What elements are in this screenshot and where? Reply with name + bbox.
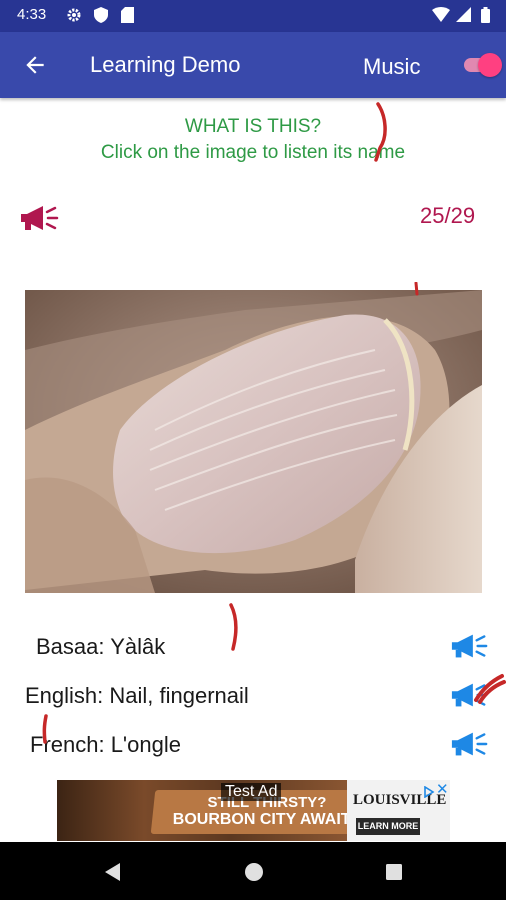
ad-close-icon[interactable]: ✕ — [436, 780, 449, 798]
signal-icon — [456, 7, 471, 22]
status-time: 4:33 — [17, 6, 47, 23]
home-circle-icon[interactable] — [243, 861, 265, 883]
page-title: Learning Demo — [90, 52, 241, 77]
progress-counter: 25/29 — [420, 203, 476, 228]
music-label: Music — [363, 54, 421, 79]
translation-row-french: French: L'ongle — [0, 726, 506, 762]
translation-text: Basaa: Yàlâk — [36, 634, 166, 659]
wifi-icon — [432, 7, 450, 22]
battery-icon — [481, 7, 490, 23]
sd-card-icon — [121, 7, 134, 23]
megaphone-icon[interactable] — [450, 730, 490, 758]
translation-row-basaa: Basaa: Yàlâk — [0, 628, 506, 664]
ad-learn-more-button[interactable]: LEARN MORE — [356, 818, 420, 835]
settings-icon — [66, 7, 82, 23]
app-bar: Learning Demo Music — [0, 32, 506, 98]
recents-square-icon[interactable] — [383, 861, 405, 883]
megaphone-icon[interactable] — [450, 632, 490, 660]
status-bar: 4:33 — [0, 0, 506, 32]
shield-icon — [94, 7, 108, 23]
music-toggle[interactable] — [462, 53, 502, 77]
decorative-red-stroke — [414, 282, 419, 296]
translation-text: English: Nail, fingernail — [25, 683, 249, 708]
back-triangle-icon[interactable] — [102, 861, 124, 883]
back-arrow-icon[interactable] — [22, 52, 48, 78]
test-ad-label: Test Ad — [221, 783, 282, 801]
ad-brand-panel: LOUISVILLE LEARN MORE ✕ — [347, 780, 450, 841]
question-title: WHAT IS THIS? — [184, 116, 322, 137]
object-image[interactable] — [25, 290, 482, 593]
megaphone-icon[interactable] — [19, 204, 61, 232]
decorative-red-stroke — [374, 102, 387, 162]
decorative-red-stroke — [229, 603, 238, 651]
adchoices-icon[interactable] — [423, 783, 435, 799]
ad-banner[interactable]: STILL THIRSTY? BOURBON CITY AWAITS Test … — [57, 780, 450, 841]
toggle-thumb — [478, 53, 502, 77]
question-instruction: Click on the image to listen its name — [100, 142, 406, 163]
system-nav-bar — [0, 842, 506, 900]
translation-row-english: English: Nail, fingernail — [0, 677, 506, 713]
translation-text: French: L'ongle — [30, 732, 181, 757]
decorative-red-stroke — [42, 714, 48, 744]
decorative-red-stroke — [474, 674, 506, 704]
